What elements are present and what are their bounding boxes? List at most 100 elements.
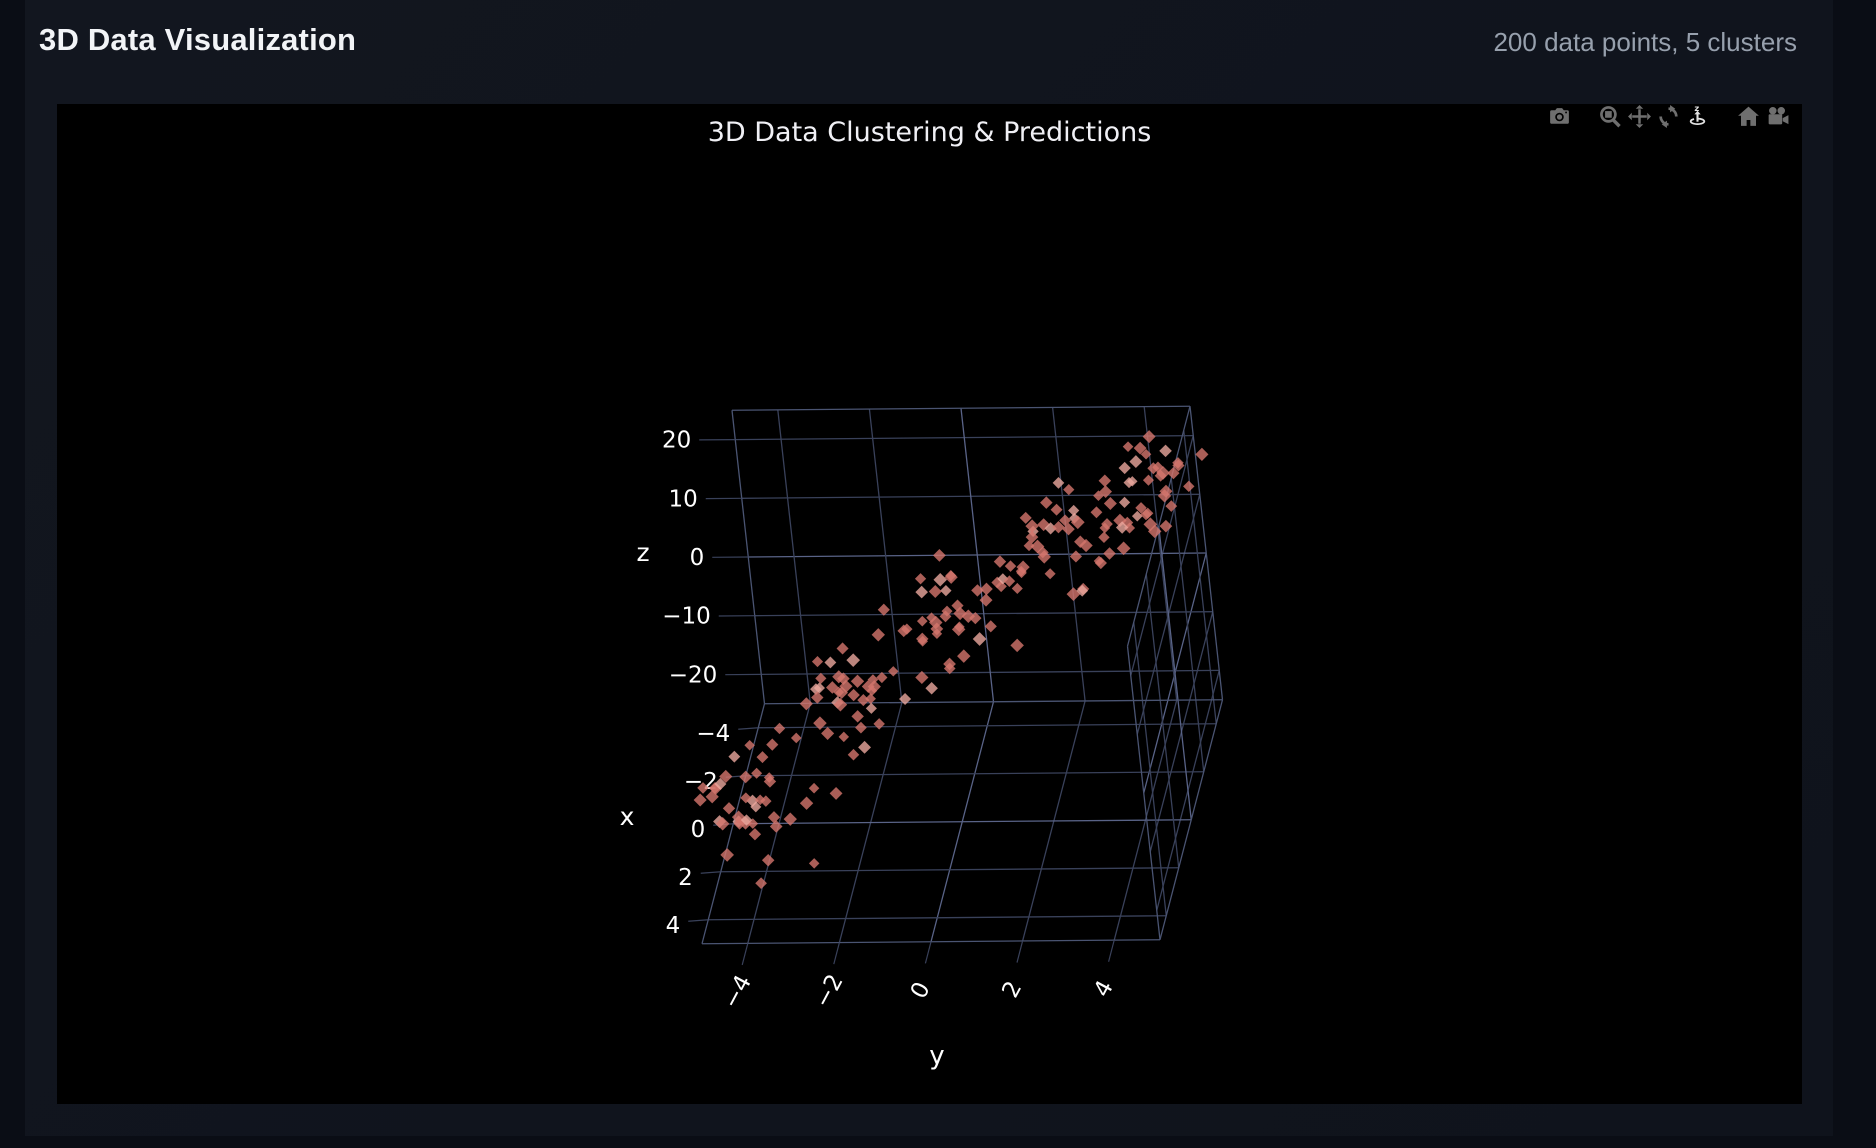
data-point bbox=[1129, 455, 1142, 468]
svg-text:−20: −20 bbox=[669, 662, 718, 688]
turntable-rotation-icon: z bbox=[1685, 104, 1710, 129]
data-point bbox=[774, 723, 785, 734]
data-point bbox=[739, 771, 752, 784]
data-point bbox=[751, 768, 762, 779]
data-point bbox=[940, 585, 951, 596]
data-point bbox=[957, 649, 970, 662]
data-point bbox=[1143, 430, 1156, 443]
modebar-button-download[interactable] bbox=[1545, 101, 1574, 131]
svg-text:0: 0 bbox=[906, 978, 936, 1003]
pan-icon bbox=[1627, 104, 1652, 129]
data-point bbox=[985, 620, 997, 632]
data-point bbox=[1053, 477, 1065, 489]
modebar-button-zoom[interactable] bbox=[1596, 101, 1625, 131]
svg-text:−10: −10 bbox=[662, 604, 711, 630]
svg-text:4: 4 bbox=[666, 913, 681, 939]
data-point bbox=[809, 783, 820, 794]
data-point bbox=[813, 716, 827, 730]
modebar-button-reset-camera[interactable] bbox=[1734, 101, 1763, 131]
data-point bbox=[762, 854, 774, 866]
modebar-button-turntable[interactable]: z bbox=[1683, 101, 1712, 131]
data-point bbox=[757, 751, 769, 763]
data-point bbox=[872, 628, 885, 641]
data-point bbox=[800, 797, 813, 810]
data-point bbox=[770, 820, 783, 833]
zoom-icon bbox=[1598, 104, 1623, 129]
data-point bbox=[848, 749, 860, 761]
data-point bbox=[766, 739, 778, 751]
data-point bbox=[1159, 445, 1172, 458]
data-point bbox=[728, 751, 740, 763]
data-point bbox=[888, 666, 898, 676]
data-point bbox=[1123, 441, 1134, 452]
data-point bbox=[1040, 496, 1053, 509]
orbit-rotation-icon bbox=[1656, 104, 1681, 129]
data-point bbox=[839, 732, 849, 742]
data-point bbox=[973, 632, 987, 646]
modebar-button-reset-camera-last[interactable] bbox=[1763, 101, 1792, 131]
svg-text:−2: −2 bbox=[810, 970, 849, 1012]
data-point bbox=[1005, 560, 1017, 572]
home-icon bbox=[1736, 104, 1761, 129]
data-point bbox=[917, 616, 928, 627]
data-point bbox=[800, 697, 813, 710]
data-point bbox=[1091, 506, 1103, 518]
data-point bbox=[866, 703, 877, 714]
svg-text:20: 20 bbox=[662, 428, 691, 454]
data-point bbox=[846, 653, 860, 667]
data-point bbox=[933, 549, 946, 562]
data-point bbox=[994, 555, 1006, 567]
data-point bbox=[1103, 547, 1115, 559]
svg-text:y: y bbox=[929, 1041, 944, 1071]
page-title: 3D Data Visualization bbox=[39, 22, 356, 58]
data-point bbox=[855, 722, 867, 734]
data-point bbox=[1099, 474, 1111, 486]
plot-title: 3D Data Clustering & Predictions bbox=[57, 117, 1802, 148]
scatter3d-scene[interactable]: 20100−10−20−4−2024−4−2024zxy bbox=[57, 104, 1802, 1104]
data-point bbox=[1104, 497, 1117, 510]
data-point bbox=[1119, 497, 1130, 508]
data-point bbox=[1070, 550, 1082, 562]
svg-text:−4: −4 bbox=[696, 721, 730, 747]
data-point bbox=[1183, 481, 1194, 492]
data-point bbox=[1045, 568, 1056, 579]
data-point bbox=[1051, 504, 1063, 516]
modebar: z bbox=[1545, 98, 1792, 134]
svg-text:0: 0 bbox=[690, 545, 705, 571]
data-point bbox=[1010, 639, 1024, 653]
data-point bbox=[723, 802, 735, 814]
data-point bbox=[925, 682, 937, 694]
plot-container: 20100−10−20−4−2024−4−2024zxy 3D Data Clu… bbox=[57, 104, 1802, 1104]
data-point bbox=[1068, 505, 1079, 516]
modebar-button-orbit[interactable] bbox=[1654, 101, 1683, 131]
data-point bbox=[933, 573, 947, 587]
data-point bbox=[809, 858, 820, 869]
data-point bbox=[1063, 484, 1074, 495]
data-point bbox=[858, 741, 871, 754]
data-point bbox=[851, 710, 863, 722]
data-point bbox=[857, 694, 869, 706]
data-point bbox=[915, 573, 926, 584]
data-point bbox=[873, 718, 884, 729]
data-point bbox=[768, 811, 780, 823]
app-card: 3D Data Visualization 200 data points, 5… bbox=[25, 0, 1833, 1136]
data-point bbox=[1012, 583, 1023, 594]
data-point bbox=[1195, 448, 1208, 461]
data-point bbox=[749, 828, 761, 840]
data-point bbox=[916, 633, 928, 645]
svg-text:0: 0 bbox=[691, 817, 706, 843]
data-point bbox=[851, 675, 864, 688]
data-point bbox=[824, 657, 836, 669]
modebar-button-pan[interactable] bbox=[1625, 101, 1654, 131]
movie-camera-icon bbox=[1765, 104, 1790, 129]
data-point bbox=[812, 656, 823, 667]
svg-text:x: x bbox=[620, 802, 635, 831]
app-header: 3D Data Visualization 200 data points, 5… bbox=[25, 0, 1833, 104]
data-point bbox=[929, 585, 942, 598]
data-point bbox=[915, 586, 928, 599]
data-point bbox=[694, 793, 707, 806]
svg-text:2: 2 bbox=[678, 865, 693, 891]
svg-text:z: z bbox=[636, 538, 649, 567]
svg-text:2: 2 bbox=[998, 977, 1028, 1002]
svg-text:−4: −4 bbox=[718, 971, 757, 1013]
